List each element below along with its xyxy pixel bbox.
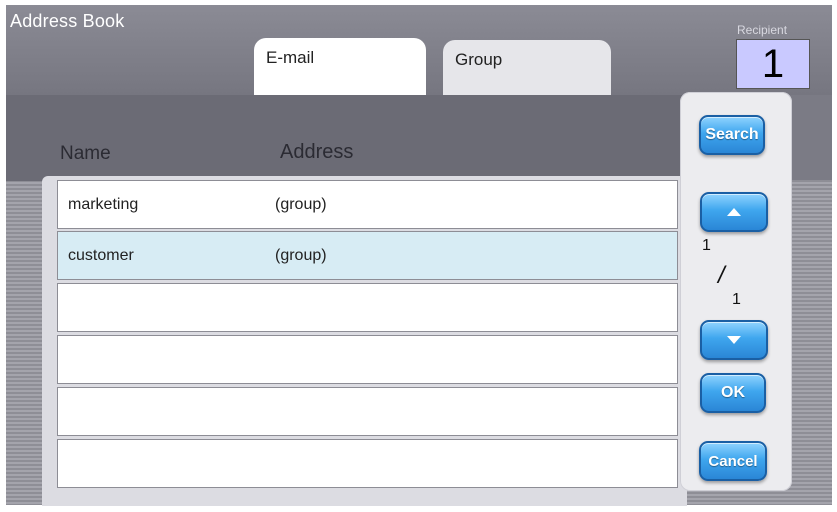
search-button[interactable]: Search	[699, 115, 765, 155]
page-up-button[interactable]	[700, 192, 768, 232]
ok-button[interactable]: OK	[700, 373, 766, 413]
window-title: Address Book	[10, 11, 125, 31]
chevron-up-icon	[727, 208, 741, 216]
table-row[interactable]: marketing (group)	[57, 180, 678, 229]
recipient-count: 1	[736, 39, 810, 89]
page-separator: /	[718, 262, 725, 289]
column-header-name: Name	[60, 143, 111, 164]
table-row[interactable]	[57, 283, 678, 332]
table-row[interactable]	[57, 387, 678, 436]
list-header	[6, 95, 688, 181]
cancel-button[interactable]: Cancel	[699, 441, 767, 481]
row-name: marketing	[68, 196, 139, 213]
row-address: (group)	[275, 196, 327, 213]
table-row[interactable]	[57, 439, 678, 488]
current-page: 1	[702, 237, 711, 254]
total-pages: 1	[732, 291, 741, 308]
table-row[interactable]	[57, 335, 678, 384]
table-row[interactable]: customer (group)	[57, 231, 678, 280]
tab-email[interactable]: E-mail	[254, 38, 426, 100]
page-down-button[interactable]	[700, 320, 768, 360]
row-name: customer	[68, 247, 134, 264]
row-address: (group)	[275, 247, 327, 264]
recipient-label: Recipient	[737, 23, 788, 37]
tab-group[interactable]: Group	[443, 40, 611, 95]
column-header-address: Address	[280, 141, 354, 163]
chevron-down-icon	[727, 336, 741, 344]
